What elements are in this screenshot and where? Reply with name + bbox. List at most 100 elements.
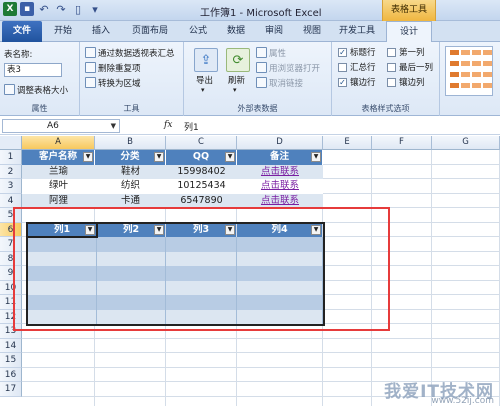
group-label-external-data: 外部表数据 [237, 104, 278, 113]
table1-header-label: 客户名称 [38, 151, 77, 162]
gridline-horizontal [22, 337, 500, 339]
tab-home[interactable]: 开始 [46, 21, 80, 42]
select-all-corner[interactable] [0, 136, 22, 150]
table1-cell[interactable]: 10125434 [166, 179, 237, 194]
filter-dropdown-icon[interactable]: ▼ [225, 152, 235, 162]
convert-range-icon [85, 77, 96, 88]
name-box-value: A6 [47, 121, 59, 131]
unlink-icon [256, 77, 267, 88]
column-header-a[interactable]: A [22, 136, 95, 150]
unlink-button[interactable]: 取消链接 [256, 77, 303, 89]
title-bar: X ▪ ↶ ↷ ▯ ▾ 工作簿1 - Microsoft Excel 表格工具 [0, 0, 500, 21]
table1-cell[interactable]: 6547890 [166, 194, 237, 209]
contact-link[interactable]: 点击联系 [237, 179, 323, 194]
header-row-label: 标题行 [350, 48, 376, 58]
contact-link[interactable]: 点击联系 [237, 165, 323, 180]
row-header-4[interactable]: 4 [0, 193, 22, 208]
group-label-properties: 属性 [31, 104, 48, 113]
table1-cell[interactable]: 鞋材 [95, 165, 166, 180]
refresh-dropdown-icon[interactable]: ▾ [233, 86, 237, 94]
group-tools: 通过数据透视表汇总 删除重复项 转换为区域 工具 [80, 42, 184, 116]
table1-cell[interactable]: 卡通 [95, 194, 166, 209]
column-header-c[interactable]: C [166, 136, 237, 150]
name-box-dropdown-icon[interactable]: ▼ [111, 120, 116, 132]
tab-data[interactable]: 数据 [220, 21, 252, 42]
row-header-3[interactable]: 3 [0, 179, 22, 194]
resize-table-button[interactable]: 调整表格大小 [4, 84, 68, 96]
banded-columns-checkbox[interactable] [387, 78, 396, 87]
gridline-vertical [431, 150, 432, 406]
row-header-17[interactable]: 17 [0, 382, 22, 397]
row-header-16[interactable]: 16 [0, 367, 22, 382]
filter-dropdown-icon[interactable]: ▼ [154, 152, 164, 162]
table-tools-context-label: 表格工具 [382, 0, 436, 21]
remove-duplicates-button[interactable]: 删除重复项 [85, 62, 141, 74]
row-header-1[interactable]: 1 [0, 150, 22, 165]
tab-page-layout[interactable]: 页面布局 [124, 21, 176, 42]
header-row-checkbox[interactable]: ✓ [338, 48, 347, 57]
row-header-15[interactable]: 15 [0, 353, 22, 368]
tab-view[interactable]: 视图 [296, 21, 328, 42]
resize-table-label: 调整表格大小 [17, 86, 69, 96]
column-header-d[interactable]: D [237, 136, 323, 150]
row-header-14[interactable]: 14 [0, 338, 22, 353]
last-column-checkbox[interactable] [387, 63, 396, 72]
column-header-e[interactable]: E [323, 136, 372, 150]
refresh-button-label[interactable]: 刷新 [228, 74, 245, 86]
tab-review[interactable]: 审阅 [258, 21, 290, 42]
tab-developer[interactable]: 开发工具 [334, 21, 380, 42]
refresh-icon[interactable]: ⟳ [226, 48, 250, 72]
customize-toolbar-icon[interactable]: ▾ [88, 2, 102, 16]
table1-cell[interactable]: 绿叶 [22, 179, 95, 194]
group-table-style-options: ✓ 标题行 汇总行 ✓ 镶边行 第一列 最后一列 镶边列 表格样式选项 [332, 42, 440, 116]
remove-duplicates-label: 删除重复项 [98, 64, 141, 74]
group-label-tools: 工具 [123, 104, 140, 113]
open-in-browser-label: 用浏览器打开 [269, 64, 321, 74]
worksheet-grid[interactable]: ABCDEFG 1 2 3 4 5 6 7 8 9 10 11 12 13 14 15 16 17 客户名称 ▼ 分… [0, 136, 500, 406]
undo-icon[interactable]: ↶ [37, 2, 51, 16]
formula-input[interactable]: 列1 [184, 120, 199, 133]
save-icon[interactable]: ▪ [20, 2, 34, 16]
convert-to-range-button[interactable]: 转换为区域 [85, 77, 141, 89]
tab-formulas[interactable]: 公式 [182, 21, 214, 42]
export-button-label[interactable]: 导出 [196, 74, 213, 86]
table1-cell[interactable]: 纺织 [95, 179, 166, 194]
redo-icon[interactable]: ↷ [54, 2, 68, 16]
new-document-icon[interactable]: ▯ [71, 2, 85, 16]
contact-link[interactable]: 点击联系 [237, 194, 323, 209]
export-icon[interactable]: ⇪ [194, 48, 218, 72]
table1-header-cell[interactable]: 备注 ▼ [237, 150, 323, 165]
external-properties-label: 属性 [269, 49, 287, 59]
table1-cell[interactable]: 15998402 [166, 165, 237, 180]
table1-cell[interactable]: 兰瑜 [22, 165, 95, 180]
table-name-input[interactable]: 表3 [4, 63, 62, 77]
tab-insert[interactable]: 插入 [84, 21, 118, 42]
export-dropdown-icon[interactable]: ▾ [201, 86, 205, 94]
column-header-f[interactable]: F [372, 136, 432, 150]
first-column-checkbox[interactable] [387, 48, 396, 57]
column-header-g[interactable]: G [432, 136, 500, 150]
tab-design[interactable]: 设计 [386, 21, 432, 43]
total-row-checkbox[interactable] [338, 63, 347, 72]
external-properties-button[interactable]: 属性 [256, 47, 286, 59]
open-in-browser-button[interactable]: 用浏览器打开 [256, 62, 320, 74]
properties-icon [256, 47, 267, 58]
table-styles-gallery[interactable] [445, 46, 493, 96]
name-box[interactable]: A6 ▼ [2, 119, 120, 133]
banded-rows-checkbox[interactable]: ✓ [338, 78, 347, 87]
table1-header-cell[interactable]: QQ ▼ [166, 150, 237, 165]
table1-cell[interactable]: 阿狸 [22, 194, 95, 209]
gridline-horizontal [22, 352, 500, 353]
quick-access-toolbar: X ▪ ↶ ↷ ▯ ▾ [3, 2, 102, 16]
row-header-2[interactable]: 2 [0, 164, 22, 179]
insert-function-icon[interactable]: fx [164, 120, 172, 130]
pivot-summary-button[interactable]: 通过数据透视表汇总 [85, 47, 175, 59]
column-header-b[interactable]: B [95, 136, 166, 150]
pivot-table-icon [85, 47, 96, 58]
excel-logo-icon[interactable]: X [3, 2, 17, 16]
filter-dropdown-icon[interactable]: ▼ [83, 152, 93, 162]
filter-dropdown-icon[interactable]: ▼ [311, 152, 321, 162]
tab-file[interactable]: 文件 [2, 21, 42, 42]
table1-header-cell[interactable]: 分类 ▼ [95, 150, 166, 165]
table1-header-cell[interactable]: 客户名称 ▼ [22, 150, 95, 165]
